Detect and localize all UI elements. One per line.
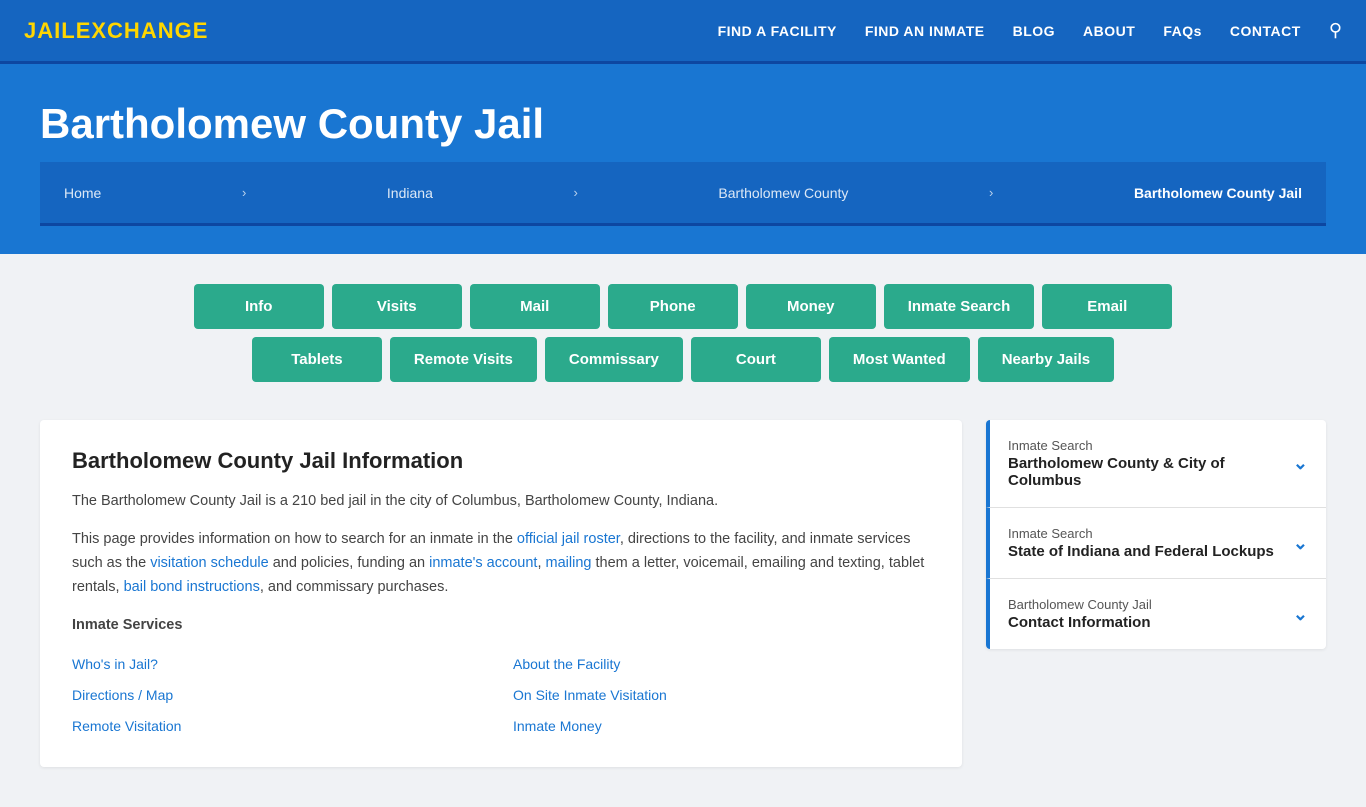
nav-faqs[interactable]: FAQs	[1163, 23, 1202, 39]
logo-part1: JAIL	[24, 18, 76, 43]
sidebar-card-2[interactable]: Inmate Search State of Indiana and Feder…	[986, 508, 1326, 579]
navbar: JAILEXCHANGE FIND A FACILITY FIND AN INM…	[0, 0, 1366, 64]
service-inmate-money[interactable]: Inmate Money	[513, 714, 930, 739]
logo-highlight: E	[76, 18, 92, 43]
breadcrumb-sep2: ›	[573, 185, 577, 200]
search-icon[interactable]: ⚲	[1329, 20, 1342, 41]
info-panel: Bartholomew County Jail Information The …	[40, 420, 962, 767]
tab-info[interactable]: Info	[194, 284, 324, 329]
info-title: Bartholomew County Jail Information	[72, 448, 930, 474]
tab-most-wanted[interactable]: Most Wanted	[829, 337, 970, 382]
tab-commissary[interactable]: Commissary	[545, 337, 683, 382]
sidebar-card-3-title: Contact Information	[1008, 614, 1152, 631]
page-title: Bartholomew County Jail	[40, 100, 1326, 148]
tab-phone[interactable]: Phone	[608, 284, 738, 329]
tab-nearby-jails[interactable]: Nearby Jails	[978, 337, 1114, 382]
chevron-down-icon-2: ⌄	[1293, 533, 1308, 554]
link-bail-bond[interactable]: bail bond instructions	[124, 579, 260, 595]
breadcrumb: Home › Indiana › Bartholomew County › Ba…	[40, 162, 1326, 226]
sidebar-card-2-label: Inmate Search	[1008, 526, 1274, 541]
para2-before: This page provides information on how to…	[72, 531, 517, 547]
chevron-down-icon-1: ⌄	[1293, 453, 1308, 474]
nav-find-facility[interactable]: FIND A FACILITY	[718, 23, 837, 39]
logo-part2: XCHANGE	[91, 18, 208, 43]
tab-remote-visits[interactable]: Remote Visits	[390, 337, 537, 382]
nav-links: FIND A FACILITY FIND AN INMATE BLOG ABOU…	[718, 20, 1342, 41]
tab-inmate-search[interactable]: Inmate Search	[884, 284, 1035, 329]
breadcrumb-home[interactable]: Home	[64, 185, 101, 201]
sidebar-card-1-title: Bartholomew County & City of Columbus	[1008, 455, 1293, 489]
sidebar-card-3[interactable]: Bartholomew County Jail Contact Informat…	[986, 579, 1326, 649]
sidebar-card-3-text: Bartholomew County Jail Contact Informat…	[1008, 597, 1152, 631]
tab-tablets[interactable]: Tablets	[252, 337, 382, 382]
sidebar-card-3-label: Bartholomew County Jail	[1008, 597, 1152, 612]
tab-visits[interactable]: Visits	[332, 284, 462, 329]
tab-mail[interactable]: Mail	[470, 284, 600, 329]
breadcrumb-sep3: ›	[989, 185, 993, 200]
nav-blog[interactable]: BLOG	[1013, 23, 1055, 39]
sidebar-card-1[interactable]: Inmate Search Bartholomew County & City …	[986, 420, 1326, 508]
service-about-facility[interactable]: About the Facility	[513, 652, 930, 677]
chevron-down-icon-3: ⌄	[1293, 604, 1308, 625]
sidebar-card-1-label: Inmate Search	[1008, 438, 1293, 453]
service-directions-map[interactable]: Directions / Map	[72, 683, 489, 708]
sidebar-card-2-title: State of Indiana and Federal Lockups	[1008, 543, 1274, 560]
tab-court[interactable]: Court	[691, 337, 821, 382]
tabs-row1: Info Visits Mail Phone Money Inmate Sear…	[40, 284, 1326, 329]
breadcrumb-indiana[interactable]: Indiana	[387, 185, 433, 201]
link-mailing[interactable]: mailing	[546, 555, 592, 571]
services-heading: Inmate Services	[72, 614, 930, 638]
service-remote-visitation[interactable]: Remote Visitation	[72, 714, 489, 739]
para2-end2: , and commissary purchases.	[260, 579, 449, 595]
site-logo[interactable]: JAILEXCHANGE	[24, 18, 208, 44]
breadcrumb-county[interactable]: Bartholomew County	[718, 185, 848, 201]
para2-middle2: and policies, funding an	[269, 555, 429, 571]
breadcrumb-sep1: ›	[242, 185, 246, 200]
sidebar-card-2-text: Inmate Search State of Indiana and Feder…	[1008, 526, 1274, 560]
sidebar-panel: Inmate Search Bartholomew County & City …	[986, 420, 1326, 649]
tabs-row2: Tablets Remote Visits Commissary Court M…	[40, 337, 1326, 382]
nav-find-inmate[interactable]: FIND AN INMATE	[865, 23, 985, 39]
breadcrumb-current: Bartholomew County Jail	[1134, 185, 1302, 201]
link-inmate-account[interactable]: inmate's account	[429, 555, 537, 571]
services-grid: Who's in Jail? About the Facility Direct…	[72, 652, 930, 740]
hero-section: Bartholomew County Jail Home › Indiana ›…	[0, 64, 1366, 254]
link-jail-roster[interactable]: official jail roster	[517, 531, 620, 547]
info-para2: This page provides information on how to…	[72, 528, 930, 600]
service-whos-in-jail[interactable]: Who's in Jail?	[72, 652, 489, 677]
info-para1: The Bartholomew County Jail is a 210 bed…	[72, 490, 930, 514]
tabs-section: Info Visits Mail Phone Money Inmate Sear…	[0, 254, 1366, 400]
tab-money[interactable]: Money	[746, 284, 876, 329]
tab-email[interactable]: Email	[1042, 284, 1172, 329]
service-onsite-visitation[interactable]: On Site Inmate Visitation	[513, 683, 930, 708]
main-content: Bartholomew County Jail Information The …	[0, 400, 1366, 807]
nav-about[interactable]: ABOUT	[1083, 23, 1135, 39]
nav-contact[interactable]: CONTACT	[1230, 23, 1301, 39]
para2-comma: ,	[537, 555, 545, 571]
link-visitation[interactable]: visitation schedule	[150, 555, 269, 571]
sidebar-card-1-text: Inmate Search Bartholomew County & City …	[1008, 438, 1293, 489]
